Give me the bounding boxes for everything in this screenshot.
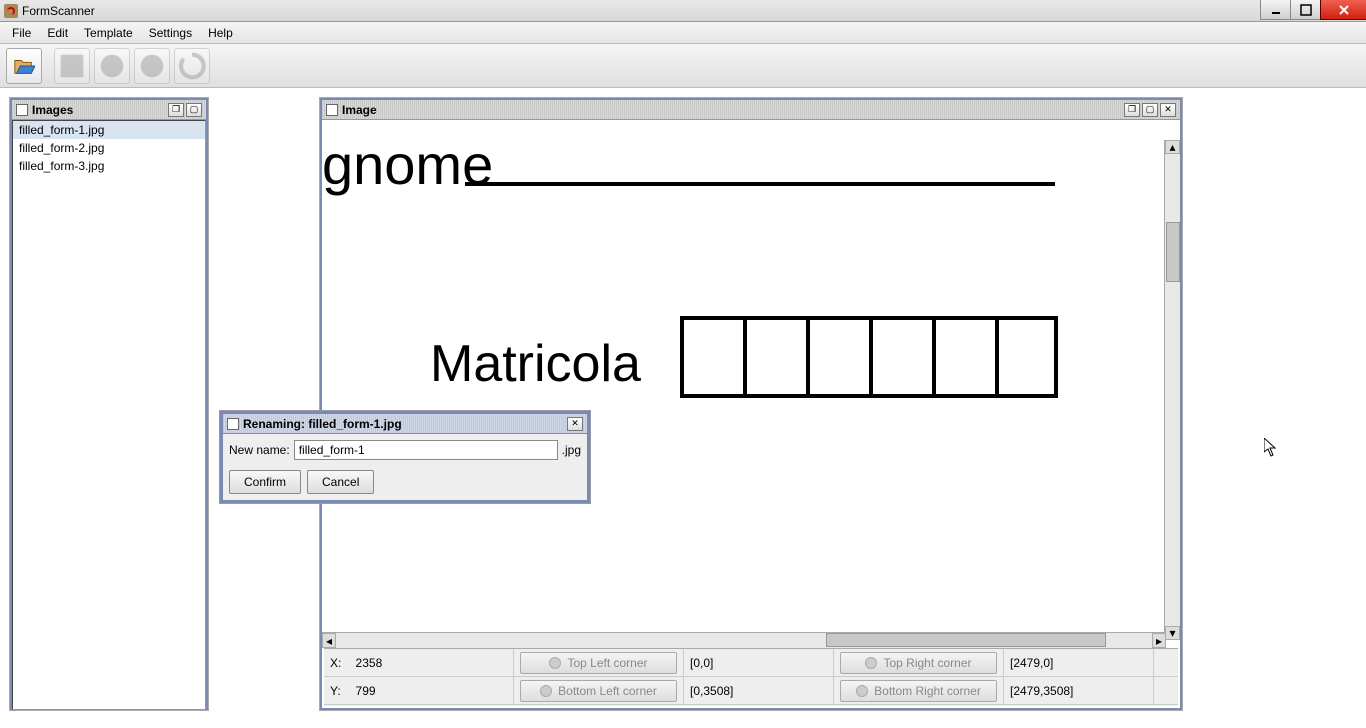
- window-title: FormScanner: [22, 4, 1362, 18]
- frame-icon: [16, 104, 28, 116]
- corner-dot-icon: [540, 685, 552, 697]
- menu-file[interactable]: File: [4, 24, 39, 42]
- open-button[interactable]: [6, 48, 42, 84]
- form-underline: [465, 182, 1055, 186]
- scroll-thumb[interactable]: [826, 633, 1106, 647]
- cancel-button[interactable]: Cancel: [307, 470, 374, 494]
- image-frame-titlebar[interactable]: Image ❐ ▢ ✕: [322, 100, 1180, 120]
- list-item[interactable]: filled_form-1.jpg: [13, 121, 205, 139]
- status-panel: X: 2358 Top Left corner [0,0] Top Right c…: [324, 648, 1178, 706]
- rename-label: New name:: [229, 443, 290, 457]
- vertical-scrollbar[interactable]: ▴ ▾: [1164, 140, 1180, 640]
- frame-icon: [326, 104, 338, 116]
- scroll-right-icon[interactable]: ▸: [1152, 633, 1166, 648]
- rename-dialog-titlebar[interactable]: Renaming: filled_form-1.jpg ✕: [223, 414, 587, 434]
- scroll-thumb[interactable]: [1166, 222, 1180, 282]
- rename-dialog: Renaming: filled_form-1.jpg ✕ New name: …: [220, 411, 590, 503]
- tb-btn-1: [54, 48, 90, 84]
- image-frame-close-icon[interactable]: ✕: [1160, 103, 1176, 117]
- tb-btn-3: [134, 48, 170, 84]
- menu-settings[interactable]: Settings: [141, 24, 200, 42]
- toolbar: [0, 44, 1366, 88]
- bottom-left-corner-button[interactable]: Bottom Left corner: [520, 680, 677, 702]
- horizontal-scrollbar[interactable]: ◂ ▸: [322, 632, 1166, 648]
- minimize-button[interactable]: [1260, 0, 1290, 20]
- rename-close-icon[interactable]: ✕: [567, 417, 583, 431]
- window-titlebar: FormScanner: [0, 0, 1366, 22]
- rename-input[interactable]: [294, 440, 558, 460]
- scroll-down-icon[interactable]: ▾: [1165, 626, 1180, 640]
- images-list[interactable]: filled_form-1.jpg filled_form-2.jpg fill…: [12, 120, 206, 710]
- corner-dot-icon: [865, 657, 877, 669]
- scroll-left-icon[interactable]: ◂: [322, 633, 336, 648]
- close-button[interactable]: [1320, 0, 1366, 20]
- mouse-cursor-icon: [1264, 438, 1278, 458]
- y-label: Y:: [330, 684, 350, 698]
- rename-ext: .jpg: [562, 443, 581, 457]
- rename-dialog-title: Renaming: filled_form-1.jpg: [243, 417, 563, 431]
- x-label: X:: [330, 656, 350, 670]
- top-left-corner-button[interactable]: Top Left corner: [520, 652, 677, 674]
- frame-icon: [227, 418, 239, 430]
- bottom-right-corner-value: [2479,3508]: [1010, 684, 1073, 698]
- menu-help[interactable]: Help: [200, 24, 241, 42]
- image-canvas[interactable]: gnome Matricola: [322, 120, 1154, 622]
- form-boxes: [680, 316, 1058, 398]
- menu-template[interactable]: Template: [76, 24, 141, 42]
- x-value: 2358: [356, 656, 507, 670]
- tb-btn-4: [174, 48, 210, 84]
- corner-dot-icon: [856, 685, 868, 697]
- confirm-button[interactable]: Confirm: [229, 470, 301, 494]
- images-frame-max-icon[interactable]: ▢: [186, 103, 202, 117]
- scroll-up-icon[interactable]: ▴: [1165, 140, 1180, 154]
- form-text-gnome: gnome: [322, 132, 493, 197]
- top-right-corner-button[interactable]: Top Right corner: [840, 652, 997, 674]
- images-frame-restore-icon[interactable]: ❐: [168, 103, 184, 117]
- bottom-left-corner-value: [0,3508]: [690, 684, 733, 698]
- image-frame-max-icon[interactable]: ▢: [1142, 103, 1158, 117]
- image-frame: Image ❐ ▢ ✕ gnome Matricola ▴ ▾: [320, 98, 1182, 710]
- menu-edit[interactable]: Edit: [39, 24, 76, 42]
- corner-dot-icon: [549, 657, 561, 669]
- image-frame-restore-icon[interactable]: ❐: [1124, 103, 1140, 117]
- workspace: Images ❐ ▢ filled_form-1.jpg filled_form…: [0, 88, 1366, 728]
- y-value: 799: [356, 684, 507, 698]
- tb-btn-2: [94, 48, 130, 84]
- images-frame: Images ❐ ▢ filled_form-1.jpg filled_form…: [10, 98, 208, 710]
- java-icon: [4, 4, 18, 18]
- list-item[interactable]: filled_form-2.jpg: [13, 139, 205, 157]
- top-left-corner-value: [0,0]: [690, 656, 713, 670]
- list-item[interactable]: filled_form-3.jpg: [13, 157, 205, 175]
- bottom-right-corner-button[interactable]: Bottom Right corner: [840, 680, 997, 702]
- menubar: File Edit Template Settings Help: [0, 22, 1366, 44]
- form-text-matricola: Matricola: [430, 334, 641, 394]
- images-frame-title: Images: [32, 103, 164, 117]
- image-frame-title: Image: [342, 103, 1120, 117]
- images-frame-titlebar[interactable]: Images ❐ ▢: [12, 100, 206, 120]
- maximize-button[interactable]: [1290, 0, 1320, 20]
- top-right-corner-value: [2479,0]: [1010, 656, 1053, 670]
